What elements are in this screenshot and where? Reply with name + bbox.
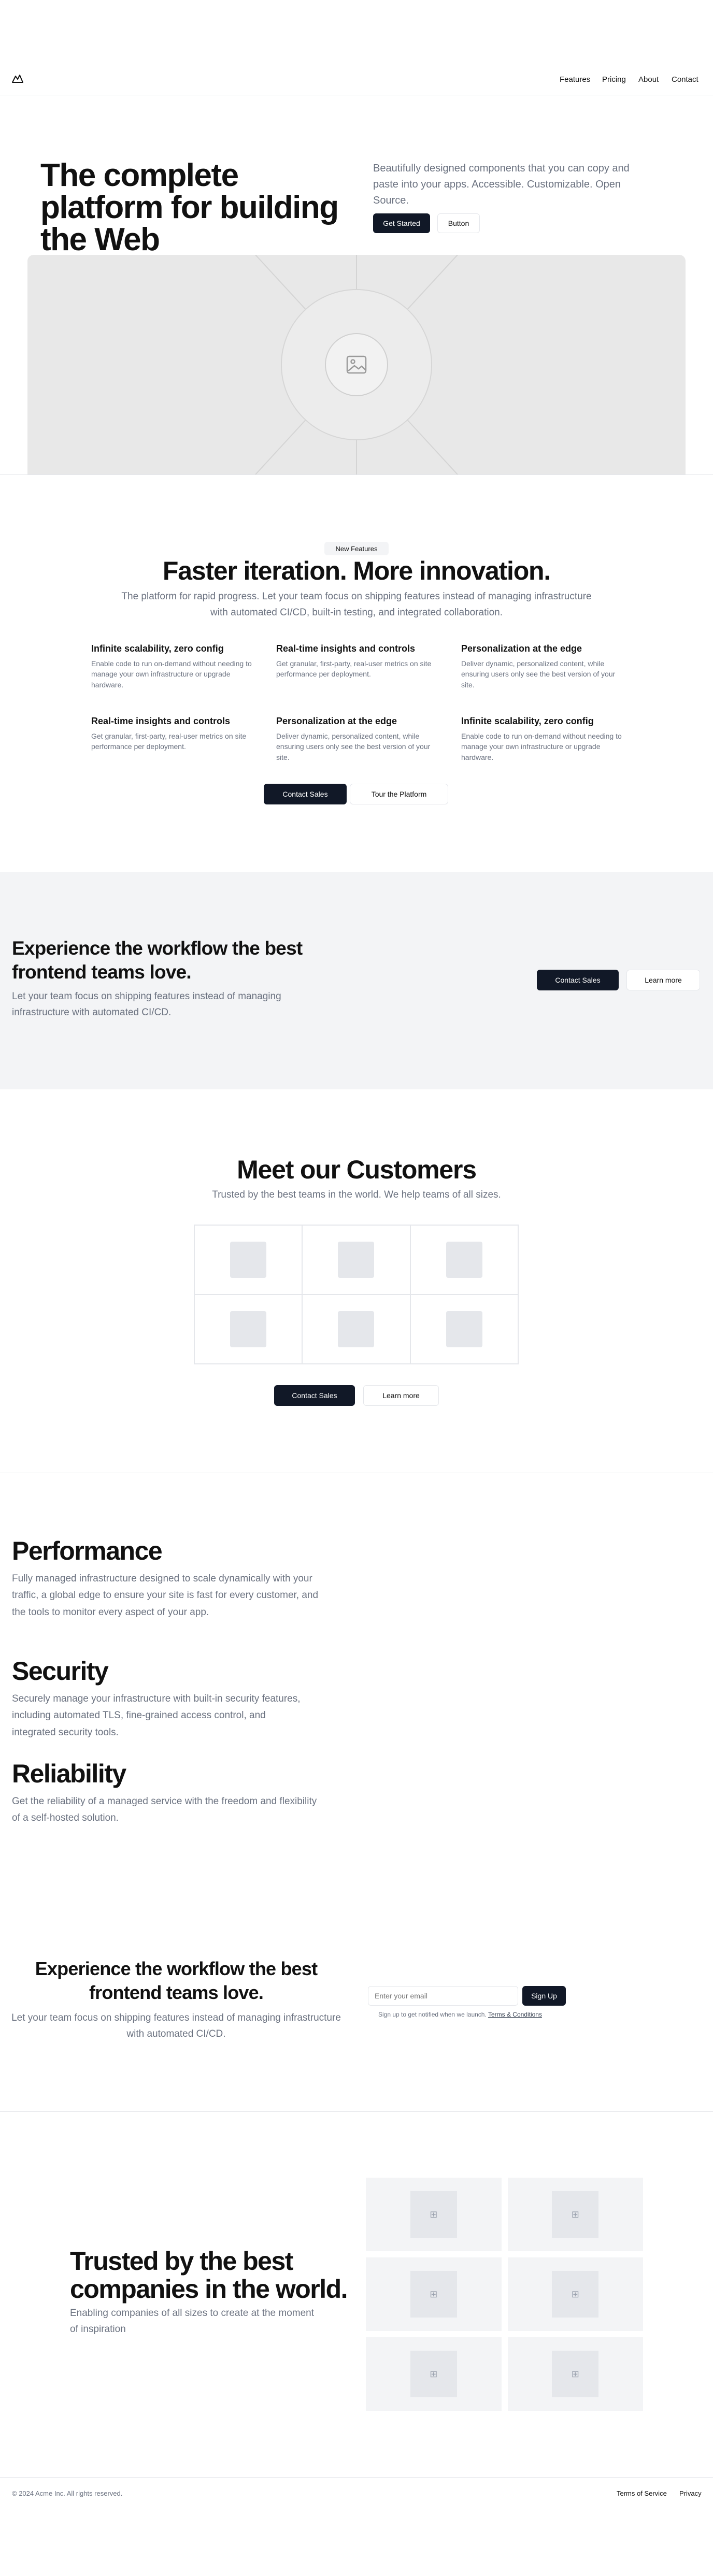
footer-copyright: © 2024 Acme Inc. All rights reserved. [12, 2489, 123, 2497]
logo-placeholder: ⊞ [552, 2351, 599, 2397]
feature-desc: Get granular, first-party, real-user met… [91, 732, 247, 751]
email-input[interactable] [368, 1986, 518, 2006]
feature-item: Personalization at the edge Deliver dyna… [461, 643, 622, 690]
hero-title: The complete platform for building the W… [40, 157, 339, 257]
image-placeholder-icon [346, 355, 367, 374]
trusted-logo: ⊞ [507, 2337, 643, 2411]
nav-link-contact[interactable]: Contact [672, 75, 698, 84]
signup-subtitle: Let your team focus on shipping features… [11, 2012, 341, 2040]
pillar-desc-performance: Fully managed infrastructure designed to… [12, 1573, 319, 1618]
pillar-desc-reliability: Get the reliability of a managed service… [12, 1796, 317, 1824]
get-started-button[interactable]: Get Started [373, 213, 430, 233]
signup-title: Experience the workflow the best fronten… [35, 1958, 318, 2003]
footer-link-terms[interactable]: Terms of Service [617, 2489, 667, 2497]
feature-title: Personalization at the edge [461, 643, 582, 654]
signup-divider [0, 2111, 713, 2112]
hero-secondary-button[interactable]: Button [437, 213, 480, 233]
hero-subtitle: Beautifully designed components that you… [373, 163, 630, 206]
trusted-title: Trusted by the best companies in the wor… [70, 2247, 348, 2304]
feature-desc: Enable code to run on-demand without nee… [461, 732, 622, 761]
customer-logo [194, 1225, 303, 1294]
logo-placeholder: ⊞ [410, 2191, 457, 2238]
workflow-learn-more-button[interactable]: Learn more [626, 970, 700, 990]
logo-placeholder [230, 1311, 267, 1347]
nav-link-features[interactable]: Features [560, 75, 590, 84]
feature-desc: Get granular, first-party, real-user met… [276, 659, 432, 679]
feature-title: Personalization at the edge [276, 716, 397, 726]
terms-conditions-link[interactable]: Terms & Conditions [488, 2011, 542, 2018]
feature-desc: Deliver dynamic, personalized content, w… [461, 659, 616, 689]
workflow-title: Experience the workflow the best fronten… [12, 938, 303, 983]
customers-subtitle: Trusted by the best teams in the world. … [212, 1189, 501, 1200]
feature-desc: Deliver dynamic, personalized content, w… [276, 732, 431, 761]
feature-title: Infinite scalability, zero config [91, 643, 224, 654]
feature-item: Personalization at the edge Deliver dyna… [276, 716, 437, 762]
trusted-logo-grid: ⊞ ⊞ ⊞ ⊞ ⊞ ⊞ [366, 2178, 643, 2411]
logo-placeholder: ⊞ [552, 2271, 599, 2318]
logo-placeholder [338, 1242, 375, 1278]
nav-logo[interactable] [11, 73, 25, 83]
feature-title: Infinite scalability, zero config [461, 716, 594, 726]
logo-placeholder [230, 1242, 267, 1278]
pillar-title-performance: Performance [12, 1536, 163, 1565]
customer-logo [302, 1294, 410, 1364]
signup-note-row: Sign up to get notified when we launch. … [378, 2011, 542, 2018]
customer-logo [410, 1294, 518, 1364]
nav-link-pricing[interactable]: Pricing [602, 75, 626, 84]
feature-title: Real-time insights and controls [276, 643, 416, 654]
feature-item: Infinite scalability, zero config Enable… [91, 643, 252, 690]
footer-link-privacy[interactable]: Privacy [679, 2489, 702, 2497]
customer-logo [302, 1225, 410, 1294]
customer-logo [410, 1225, 518, 1294]
customer-logo [194, 1294, 303, 1364]
trusted-subtitle: Enabling companies of all sizes to creat… [70, 2308, 315, 2335]
hero-image-placeholder [27, 255, 686, 474]
trusted-logo: ⊞ [507, 2178, 643, 2251]
feature-item: Real-time insights and controls Get gran… [91, 716, 252, 752]
tour-platform-button[interactable]: Tour the Platform [350, 784, 448, 804]
trusted-logo: ⊞ [366, 2337, 502, 2411]
signup-note: Sign up to get notified when we launch. [378, 2011, 487, 2018]
customers-contact-sales-button[interactable]: Contact Sales [274, 1385, 355, 1406]
nav-link-about[interactable]: About [638, 75, 659, 84]
feature-item: Infinite scalability, zero config Enable… [461, 716, 622, 762]
customers-title: Meet our Customers [237, 1155, 477, 1184]
pillar-title-security: Security [12, 1657, 109, 1686]
workflow-contact-sales-button[interactable]: Contact Sales [537, 970, 619, 990]
workflow-subtitle: Let your team focus on shipping features… [12, 991, 281, 1018]
new-features-badge: New Features [324, 542, 389, 555]
sign-up-button[interactable]: Sign Up [522, 1986, 566, 2006]
feature-item: Real-time insights and controls Get gran… [276, 643, 437, 680]
trusted-logo: ⊞ [366, 2178, 502, 2251]
footer-divider [0, 2477, 713, 2478]
features-title: Faster iteration. More innovation. [162, 556, 551, 585]
pillar-desc-security: Securely manage your infrastructure with… [12, 1693, 301, 1738]
customers-learn-more-button[interactable]: Learn more [363, 1385, 439, 1406]
logo-placeholder: ⊞ [410, 2271, 457, 2318]
customer-logo-grid [194, 1225, 519, 1364]
mountain-icon [12, 75, 23, 83]
logo-placeholder: ⊞ [410, 2351, 457, 2397]
logo-placeholder [446, 1311, 482, 1347]
trusted-logo: ⊞ [507, 2257, 643, 2331]
logo-placeholder [446, 1242, 482, 1278]
hero-divider [0, 474, 713, 475]
pillar-title-reliability: Reliability [12, 1759, 126, 1788]
logo-placeholder: ⊞ [552, 2191, 599, 2238]
features-subtitle: The platform for rapid progress. Let you… [121, 591, 592, 618]
features-contact-sales-button[interactable]: Contact Sales [264, 784, 347, 804]
logo-placeholder [338, 1311, 375, 1347]
feature-title: Real-time insights and controls [91, 716, 231, 726]
trusted-logo: ⊞ [366, 2257, 502, 2331]
feature-desc: Enable code to run on-demand without nee… [91, 659, 252, 689]
